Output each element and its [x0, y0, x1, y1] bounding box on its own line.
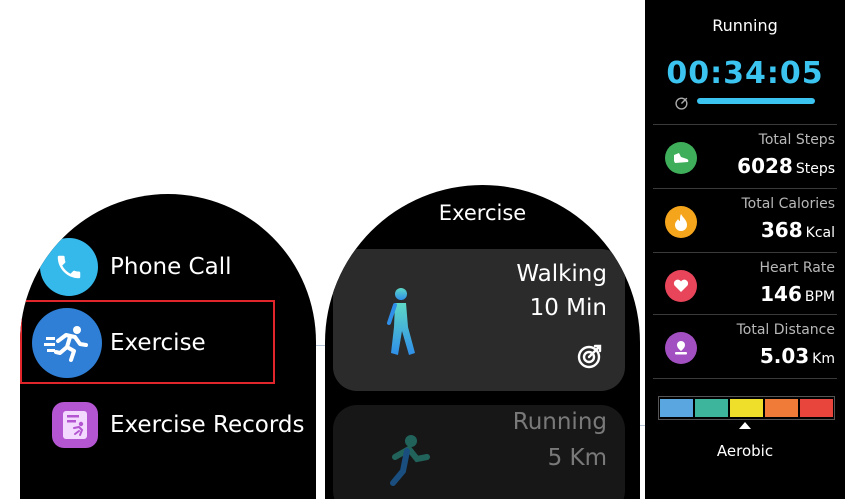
phone-icon — [40, 238, 98, 296]
target-icon — [675, 95, 689, 114]
zone-indicator-arrow — [739, 422, 751, 429]
divider — [653, 252, 837, 253]
zone-segment — [800, 399, 833, 417]
workout-timer: 00:34:05 — [666, 56, 824, 91]
stat-unit: Kcal — [805, 225, 835, 241]
stat-total-calories: Total Calories 368 Kcal — [645, 190, 845, 250]
watch-menu-screen: Phone Call Exercise Exercise Records — [20, 194, 316, 499]
stat-value: 368 — [760, 218, 803, 242]
zone-segment — [660, 399, 693, 417]
distance-icon — [665, 332, 697, 364]
stat-total-distance: Total Distance 5.03 Km — [645, 316, 845, 376]
stat-heart-rate: Heart Rate 146 BPM — [645, 254, 845, 314]
watch-exercise-list-screen: Exercise Walking 10 Min Running 5 Km — [325, 185, 640, 499]
stat-value: 6028 — [737, 154, 793, 178]
screen-title: Exercise — [438, 201, 527, 225]
flame-icon — [665, 206, 697, 238]
exercise-card-running[interactable]: Running 5 Km — [333, 405, 625, 499]
stat-value-row: 146 BPM — [760, 282, 835, 306]
stat-value: 5.03 — [759, 344, 810, 368]
divider — [653, 314, 837, 315]
stat-value-row: 6028 Steps — [737, 154, 835, 178]
zone-label: Aerobic — [716, 442, 774, 460]
progress-bar — [697, 98, 815, 104]
stat-label: Total Calories — [741, 196, 835, 212]
heart-rate-zone-bar — [658, 396, 835, 420]
stat-value: 146 — [760, 282, 802, 306]
stat-label: Heart Rate — [759, 260, 835, 276]
zone-segment — [695, 399, 728, 417]
zone-segment — [765, 399, 798, 417]
menu-item-exercise-records[interactable]: Exercise Records — [52, 394, 304, 456]
heart-icon — [665, 270, 697, 302]
exercise-name: Running — [512, 409, 607, 435]
exercise-name: Walking — [516, 261, 607, 287]
walking-figure-icon — [381, 287, 421, 363]
stat-value-row: 5.03 Km — [760, 344, 835, 368]
stat-unit: Steps — [795, 161, 835, 177]
menu-item-exercise[interactable]: Exercise — [32, 308, 206, 378]
stat-label: Total Steps — [758, 132, 835, 148]
menu-item-label: Exercise — [110, 330, 206, 356]
running-figure-icon — [381, 435, 431, 499]
exercise-card-walking[interactable]: Walking 10 Min — [333, 249, 625, 391]
running-person-icon — [32, 308, 102, 378]
divider — [653, 378, 837, 379]
stat-label: Total Distance — [736, 322, 835, 338]
menu-item-phone-call[interactable]: Phone Call — [40, 236, 232, 298]
watch-workout-screen: Running 00:34:05 Total Steps 6028 Steps T… — [645, 0, 845, 499]
menu-item-label: Exercise Records — [110, 412, 305, 438]
stat-unit: BPM — [804, 289, 835, 305]
records-icon — [52, 402, 98, 448]
exercise-goal: 10 Min — [529, 295, 607, 321]
divider — [653, 188, 837, 189]
menu-item-label: Phone Call — [110, 254, 232, 280]
target-icon[interactable] — [577, 343, 603, 373]
zone-segment — [730, 399, 763, 417]
stat-unit: Km — [812, 351, 835, 367]
divider — [653, 124, 837, 125]
stat-total-steps: Total Steps 6028 Steps — [645, 126, 845, 186]
shoe-icon — [665, 142, 697, 174]
exercise-goal: 5 Km — [547, 445, 607, 471]
stat-value-row: 368 Kcal — [761, 218, 835, 242]
workout-title: Running — [712, 16, 778, 35]
